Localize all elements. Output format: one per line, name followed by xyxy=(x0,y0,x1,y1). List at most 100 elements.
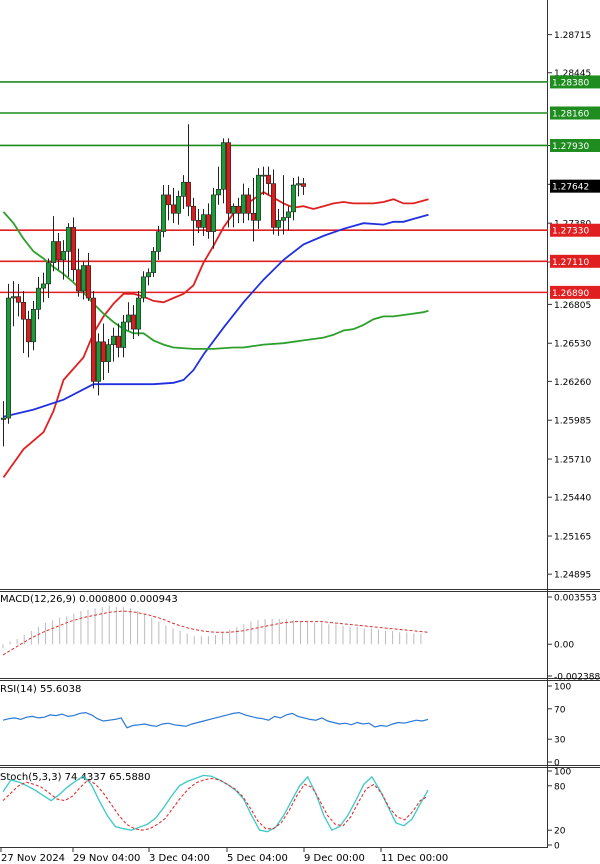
candle xyxy=(76,248,82,297)
time-axis: 27 Nov 2024 29 Nov 04:00 3 Dec 04:00 5 Dec … xyxy=(0,848,448,864)
time-tick-label: 5 Dec 04:00 xyxy=(227,853,288,864)
candle xyxy=(30,300,36,351)
candle xyxy=(181,175,187,210)
candle-body xyxy=(86,265,92,299)
price-tick-label: 1.28715 xyxy=(554,31,591,41)
candle xyxy=(111,327,117,362)
candle xyxy=(121,314,127,358)
candle-body xyxy=(40,283,46,289)
candle-body xyxy=(270,183,276,228)
candle-body xyxy=(6,297,12,419)
candle xyxy=(226,138,232,228)
candle xyxy=(166,185,172,221)
candle xyxy=(176,190,182,225)
candle xyxy=(126,302,132,331)
candle xyxy=(290,177,296,221)
rsi-tick-label: 70 xyxy=(554,705,566,715)
candle xyxy=(55,233,61,270)
candle xyxy=(241,183,247,224)
candle-body xyxy=(255,174,261,221)
candle-body xyxy=(156,231,162,252)
candle xyxy=(20,290,26,354)
price-tick-label: 1.26260 xyxy=(554,378,591,388)
rsi-title: RSI(14) 55.6038 xyxy=(0,684,81,695)
candle xyxy=(116,323,122,358)
rsi-line xyxy=(2,711,429,729)
candle-body xyxy=(50,241,56,264)
candle xyxy=(86,252,92,301)
candle xyxy=(221,138,227,204)
candle-body xyxy=(285,211,291,218)
candle-body xyxy=(126,314,132,323)
macd-tick-label: -0.002388 xyxy=(554,673,600,683)
candle-body xyxy=(141,276,147,299)
candle xyxy=(260,166,266,195)
candle-body xyxy=(25,318,31,343)
candle-body xyxy=(106,344,112,362)
candle-body xyxy=(290,184,296,213)
candle-body xyxy=(275,220,281,228)
rsi-tick-label: 100 xyxy=(554,683,571,693)
macd-histogram xyxy=(2,605,422,649)
macd-tick-label: 0.00 xyxy=(554,641,574,651)
trading-chart: 1.287151.284451.279301.276551.273801.271… xyxy=(0,0,600,864)
candle xyxy=(265,166,271,195)
candle xyxy=(71,217,77,282)
stochastic-axis: 100 80 20 0 xyxy=(548,768,571,852)
candle xyxy=(6,283,12,424)
candle-body xyxy=(146,272,152,278)
stoch-signal-line xyxy=(2,777,429,831)
price-tick-label: 1.25710 xyxy=(554,456,591,466)
candle-body xyxy=(136,297,142,330)
stoch-tick-label: 100 xyxy=(554,768,571,778)
rsi-panel: RSI(14) 55.6038 10070300 xyxy=(0,683,571,769)
candle xyxy=(101,323,107,380)
candle-body xyxy=(246,194,252,214)
candle xyxy=(295,176,301,197)
candle-body xyxy=(186,181,192,207)
candle xyxy=(136,290,142,337)
candle-body xyxy=(116,335,122,348)
candle-body xyxy=(81,265,87,292)
candle xyxy=(285,206,291,231)
candle-body xyxy=(206,214,212,232)
candle xyxy=(161,185,167,238)
rsi-axis: 10070300 xyxy=(548,683,571,769)
stochastic-lines xyxy=(2,774,429,833)
candle-body xyxy=(35,287,41,310)
candle-body xyxy=(295,183,301,186)
candle xyxy=(15,283,21,317)
candle xyxy=(251,177,257,242)
panel-separators xyxy=(0,0,600,848)
candle xyxy=(171,187,177,224)
candle-body xyxy=(260,174,266,177)
candle-body xyxy=(191,205,197,221)
time-tick-label: 29 Nov 04:00 xyxy=(73,853,140,864)
stoch-tick-label: 80 xyxy=(554,782,566,792)
candle xyxy=(146,268,152,286)
candle xyxy=(211,187,217,249)
candle xyxy=(201,209,207,236)
level-label: 1.27930 xyxy=(552,142,589,152)
candle-body xyxy=(236,205,242,214)
level-label: 1.27110 xyxy=(552,258,589,268)
rsi-tick-label: 30 xyxy=(554,736,566,746)
candle xyxy=(216,166,222,205)
candle xyxy=(96,333,102,396)
candlesticks xyxy=(0,124,306,447)
candle xyxy=(25,310,31,358)
candle xyxy=(255,168,261,229)
candle-body xyxy=(265,174,271,184)
candle-body xyxy=(241,194,247,214)
price-tick-label: 1.25440 xyxy=(554,494,591,504)
candle-body xyxy=(131,314,137,330)
candle-body xyxy=(171,204,177,214)
price-panel: 1.287151.284451.279301.276551.273801.271… xyxy=(0,31,600,581)
candle-body xyxy=(76,269,82,292)
candle-body xyxy=(55,241,61,261)
candle xyxy=(246,187,252,221)
stoch-main-line xyxy=(2,774,429,833)
price-tick-label: 1.24895 xyxy=(554,571,591,581)
candle xyxy=(151,247,157,277)
candle xyxy=(236,197,242,224)
